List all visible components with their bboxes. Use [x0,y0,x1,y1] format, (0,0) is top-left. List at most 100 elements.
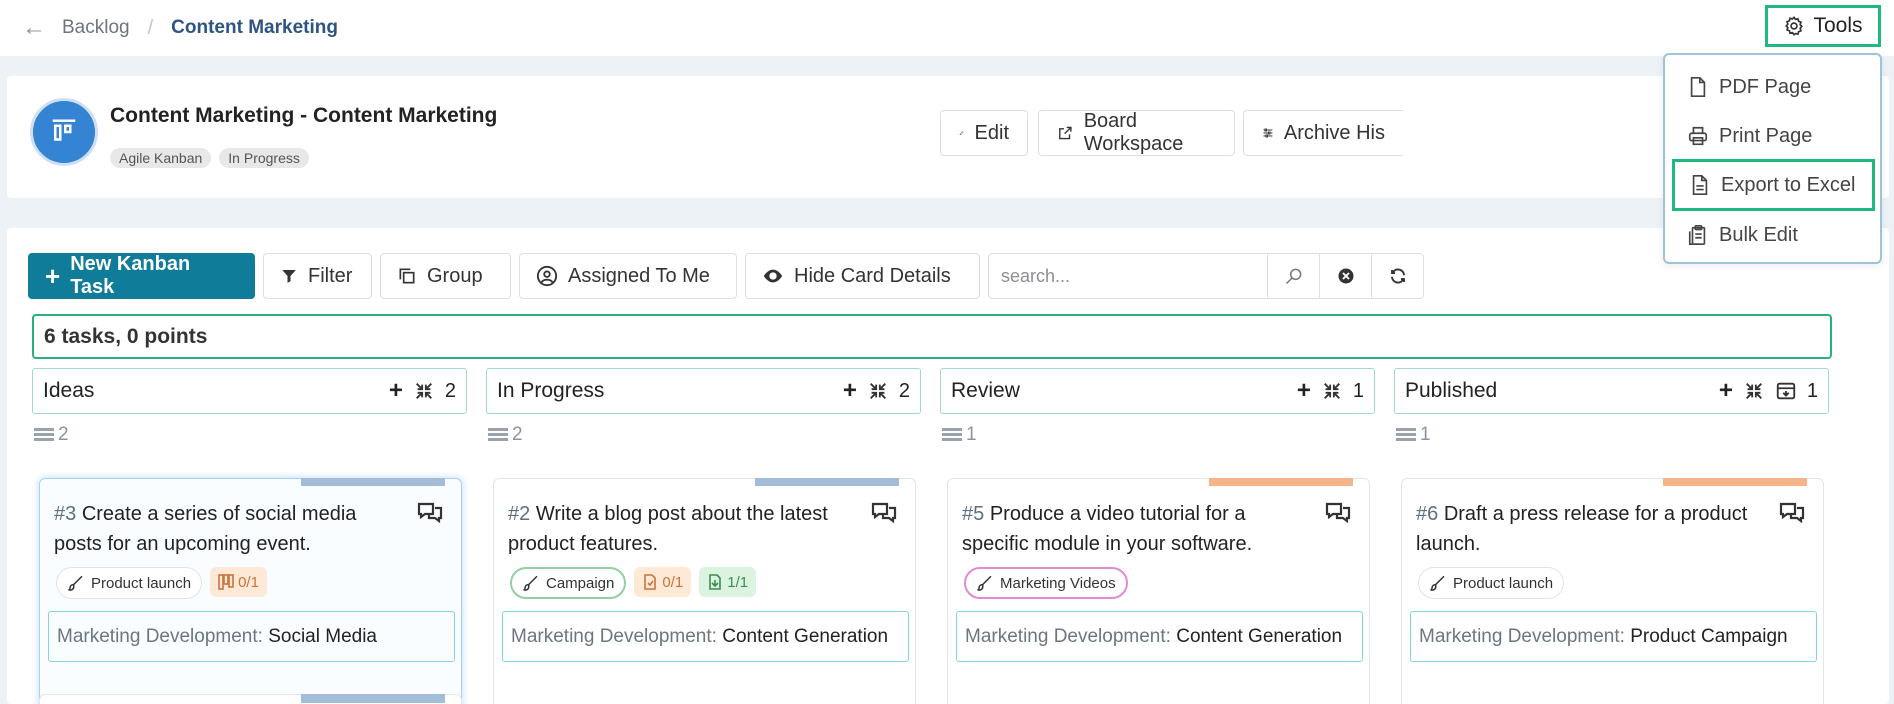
stack-icon [488,428,508,441]
column-published: Published + 1 1 #6 Draft a press release… [1394,368,1829,704]
field-value: Content Generation [722,626,889,647]
card-number: #3 [54,503,77,525]
menu-item-label: Print Page [1719,124,1813,147]
tag[interactable]: Campaign [510,567,627,599]
card-color-bar [755,478,899,486]
column-review: Review + 1 1 #5 Produce a video tutorial… [940,368,1375,704]
card-tags: Marketing Videos [964,567,1128,599]
card-count: 2 [58,424,69,445]
refresh-button[interactable] [1372,253,1424,299]
board-toolbar: + New Kanban Task Filter Group Assigned … [28,253,1424,299]
board-workspace-label: Board Workspace [1083,110,1184,155]
search-button[interactable] [1268,253,1320,299]
hide-card-details-button[interactable]: Hide Card Details [745,253,980,299]
clear-search-button[interactable] [1320,253,1372,299]
column-name: Ideas [43,379,95,402]
collapse-icon[interactable] [1321,380,1343,402]
collapse-icon[interactable] [867,380,889,402]
breadcrumb-current: Content Marketing [171,17,338,38]
kanban-card-partial[interactable] [39,694,462,704]
breadcrumb-backlog[interactable]: Backlog [62,17,130,39]
kanban-card[interactable]: #6 Draft a press release for a product l… [1401,478,1824,704]
add-task-icon[interactable]: + [389,377,403,405]
tag[interactable]: Product launch [56,567,203,599]
archive-history-button[interactable]: Archive His [1243,110,1403,156]
column-card-count: 2 [32,424,467,446]
kanban-card[interactable]: #5 Produce a video tutorial for a specif… [947,478,1370,704]
comments-icon[interactable] [1325,501,1351,525]
kanban-card[interactable]: #3 Create a series of social media posts… [39,478,462,704]
assigned-to-me-button[interactable]: Assigned To Me [519,253,737,299]
checklist-counter[interactable]: 1/1 [699,567,757,597]
card-number: #2 [508,503,531,525]
menu-item-export-to-excel[interactable]: Export to Excel [1672,159,1875,211]
close-circle-icon [1338,268,1353,284]
subtask-counter[interactable]: 0/1 [210,567,267,597]
card-title[interactable]: #6 Draft a press release for a product l… [1416,499,1766,559]
group-button[interactable]: Group [380,253,511,299]
stack-icon [34,428,54,441]
add-task-icon[interactable]: + [1297,377,1311,405]
copy-icon [399,268,415,284]
filter-button[interactable]: Filter [263,253,372,299]
refresh-icon [1390,268,1405,284]
card-count: 2 [512,424,523,445]
field-label: Marketing Development: [511,626,717,647]
card-number: #6 [1416,503,1439,525]
column-card-count: 1 [940,424,1375,446]
document-counter[interactable]: 0/1 [634,567,692,597]
field-value: Product Campaign [1630,626,1788,647]
field-value: Social Media [268,626,377,647]
archive-icon[interactable] [1775,380,1797,402]
plus-icon: + [45,260,61,291]
menu-item-print-page[interactable]: Print Page [1673,112,1873,160]
comments-icon[interactable] [871,501,897,525]
column-count: 1 [1352,379,1364,402]
group-label: Group [427,264,483,287]
subtask-count: 0/1 [238,573,259,591]
add-task-icon[interactable]: + [843,377,857,405]
card-title[interactable]: #3 Create a series of social media posts… [54,499,404,559]
edit-button[interactable]: Edit [940,110,1028,156]
brush-icon [523,575,538,591]
search-input[interactable] [988,253,1268,299]
brush-icon [68,575,83,591]
menu-item-pdf-page[interactable]: PDF Page [1673,63,1873,111]
search-icon [1285,268,1301,285]
hide-details-label: Hide Card Details [794,264,951,287]
field-label: Marketing Development: [965,626,1171,647]
tools-button[interactable]: Tools [1765,5,1881,47]
kanban-card[interactable]: #2 Write a blog post about the latest pr… [493,478,916,704]
menu-item-bulk-edit[interactable]: Bulk Edit [1673,211,1873,259]
board-workspace-button[interactable]: Board Workspace [1038,110,1235,156]
new-task-label: New Kanban Task [70,253,191,298]
tag[interactable]: Marketing Videos [964,567,1128,599]
add-task-icon[interactable]: + [1719,377,1733,405]
assigned-label: Assigned To Me [568,264,710,287]
new-kanban-task-button[interactable]: + New Kanban Task [28,253,255,299]
filter-icon [282,270,296,283]
column-header: Published + 1 [1394,368,1829,414]
menu-item-label: Export to Excel [1721,173,1856,196]
card-count: 1 [966,424,977,445]
menu-item-label: PDF Page [1719,75,1812,98]
tag[interactable]: Product launch [1418,567,1565,599]
download-icon [709,574,722,590]
breadcrumb-separator: / [147,16,154,39]
back-arrow-icon[interactable]: ← [22,14,62,42]
card-field: Marketing Development: Content Generatio… [502,611,909,662]
collapse-icon[interactable] [413,380,435,402]
card-color-bar [301,478,445,486]
project-title: Content Marketing - Content Marketing [110,104,498,127]
card-title[interactable]: #5 Produce a video tutorial for a specif… [962,499,1312,559]
card-title[interactable]: #2 Write a blog post about the latest pr… [508,499,858,559]
edit-label: Edit [974,121,1009,144]
comments-icon[interactable] [1779,501,1805,525]
brush-icon [977,575,992,591]
collapse-icon[interactable] [1743,380,1765,402]
column-card-count: 1 [1394,424,1829,446]
pencil-icon [959,131,964,136]
comments-icon[interactable] [417,501,443,525]
card-title-text: Write a blog post about the latest produ… [508,503,828,555]
column-header: Review + 1 [940,368,1375,414]
